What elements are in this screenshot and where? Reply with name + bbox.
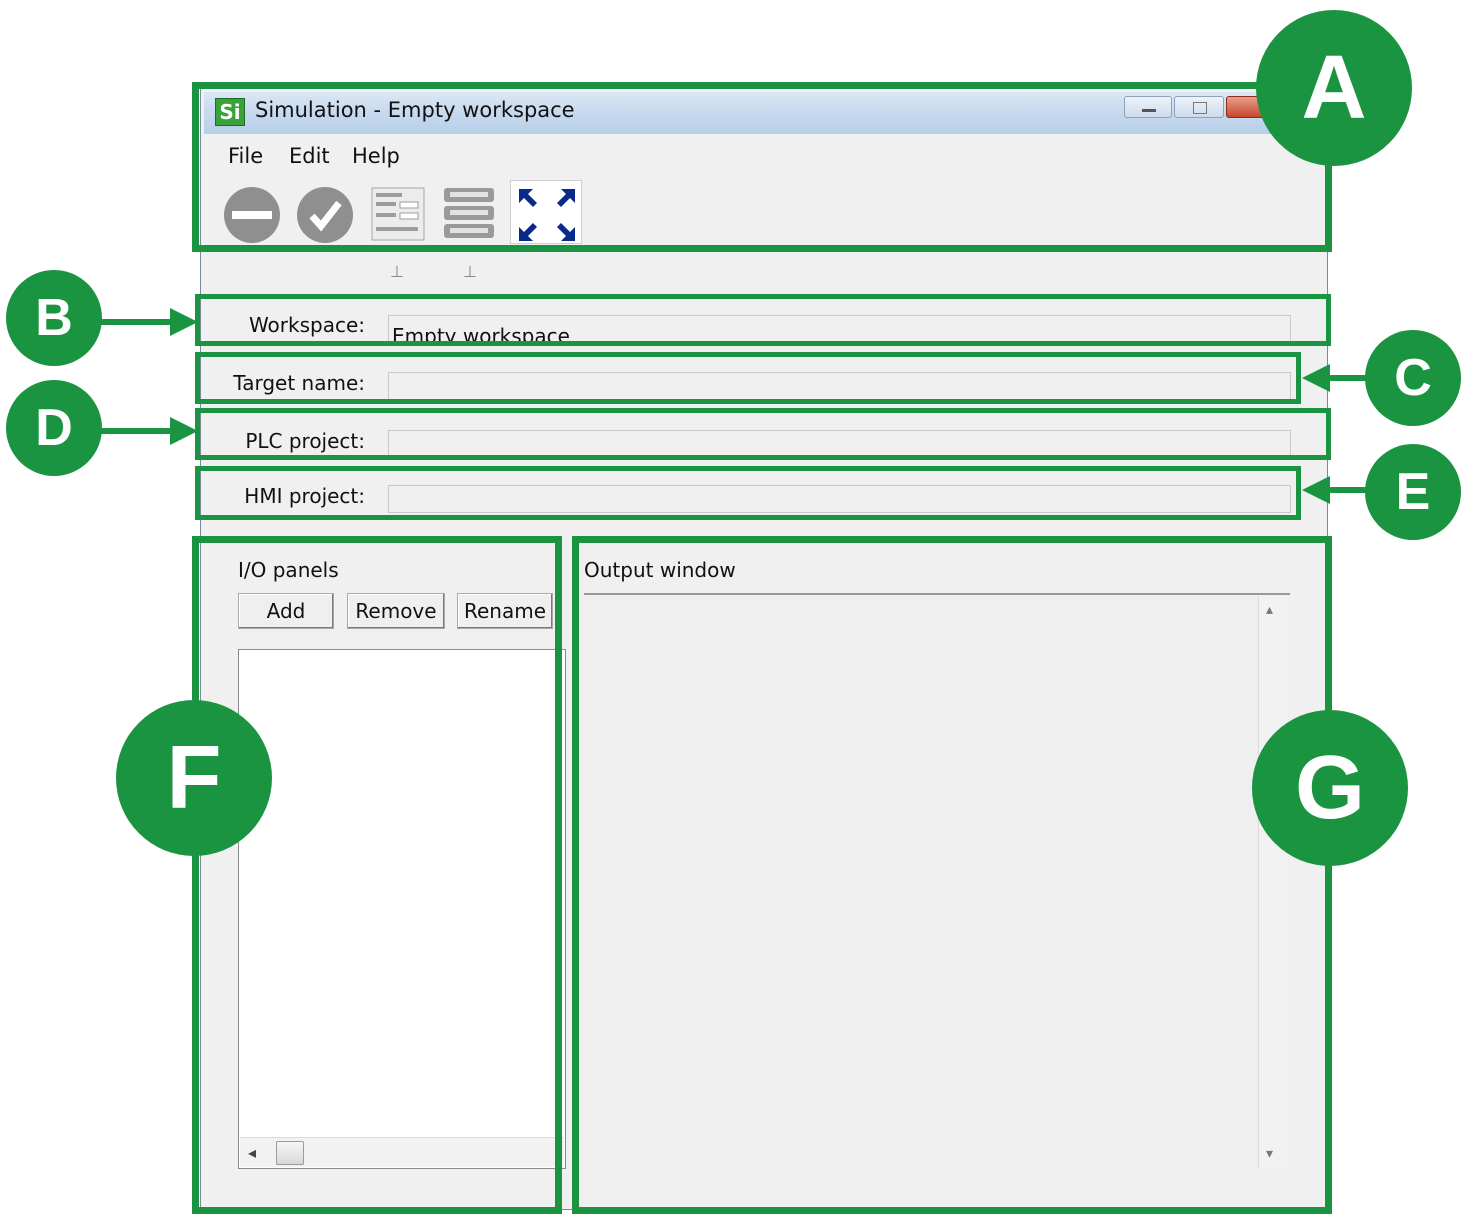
callout-b: B [6,270,102,366]
callout-g: G [1252,710,1408,866]
arrow-b-head [170,308,198,336]
arrow-c-head [1302,364,1330,392]
arrow-b [96,319,178,325]
pin-icon[interactable]: ⊥ [390,262,404,281]
callout-d: D [6,380,102,476]
callout-f: F [116,700,272,856]
arrow-d-head [170,417,198,445]
callout-box-e [195,466,1301,520]
arrow-d [96,428,178,434]
pin-icon[interactable]: ⊥ [463,262,477,281]
arrow-e-head [1302,476,1330,504]
callout-box-d [195,408,1331,460]
callout-a: A [1256,10,1412,166]
callout-c: C [1365,330,1461,426]
callout-box-a [192,82,1332,252]
callout-box-g [572,536,1332,1214]
callout-box-f [192,536,562,1214]
callout-box-c [195,352,1301,404]
callout-box-b [195,294,1331,346]
callout-e: E [1365,444,1461,540]
